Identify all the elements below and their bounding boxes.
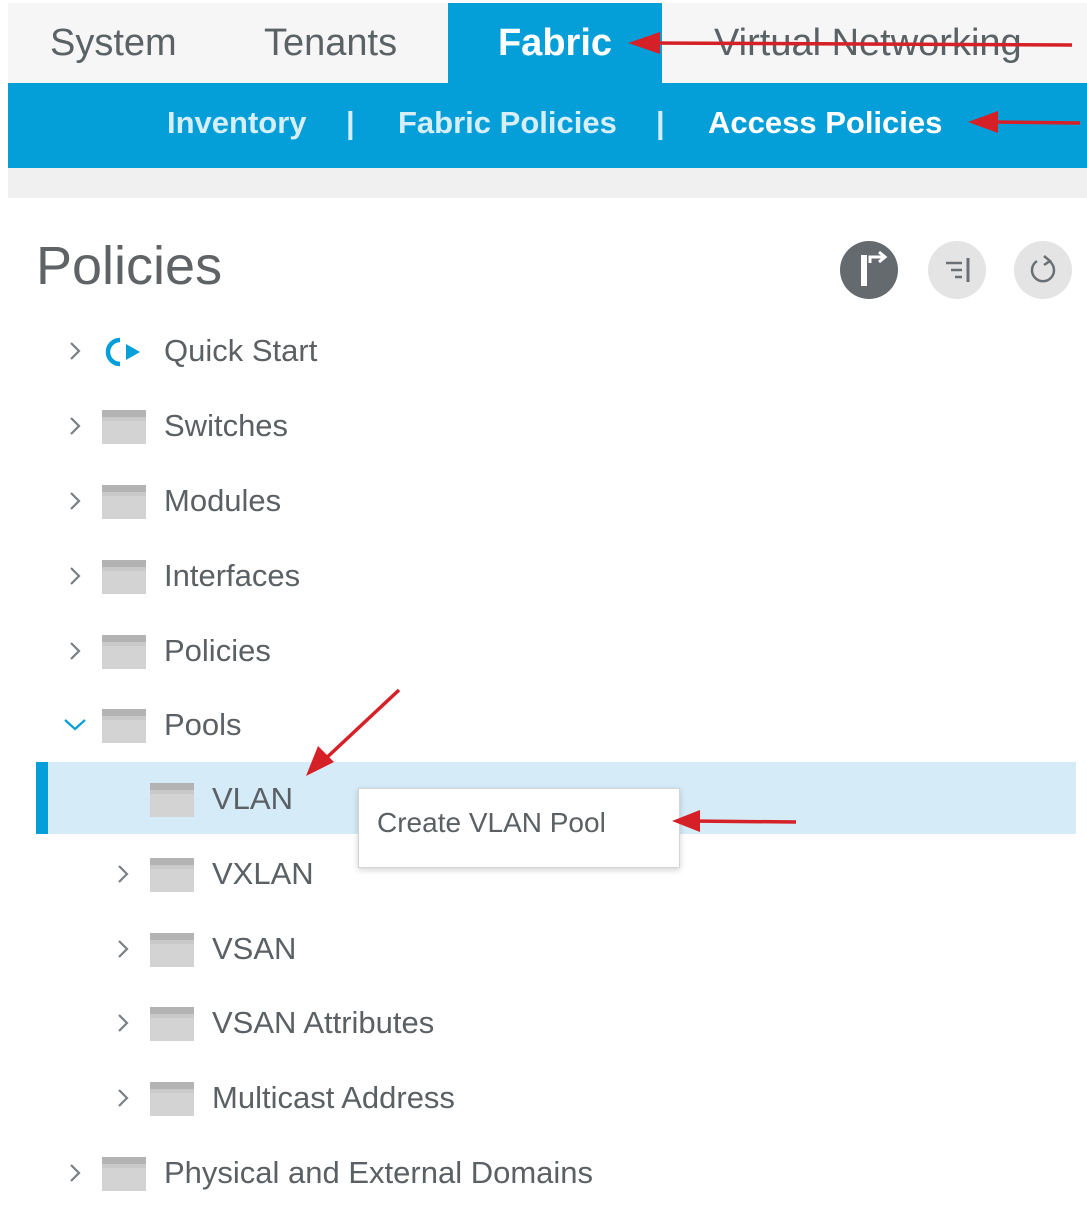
folder-icon — [102, 485, 146, 519]
tree-item-physical-external-domains[interactable]: Physical and External Domains — [0, 1136, 700, 1210]
folder-icon — [102, 410, 146, 444]
tab-fabric[interactable]: Fabric — [448, 3, 662, 83]
tree-label: VSAN Attributes — [212, 1005, 435, 1040]
folder-icon — [150, 858, 194, 892]
top-tab-bar: System Tenants Fabric Virtual Networking — [8, 3, 1087, 83]
selected-row-indicator — [36, 762, 48, 834]
chevron-right-icon[interactable] — [64, 561, 86, 591]
tree-item-policies[interactable]: Policies — [0, 614, 600, 688]
folder-icon — [102, 709, 146, 743]
tree-item-switches[interactable]: Switches — [0, 389, 600, 463]
folder-icon — [150, 783, 194, 817]
tree-label: Physical and External Domains — [164, 1155, 594, 1190]
tab-virtual-networking[interactable]: Virtual Networking — [714, 3, 1022, 83]
tree-label: Multicast Address — [212, 1080, 455, 1115]
tree-item-modules[interactable]: Modules — [0, 464, 600, 538]
collapse-all-button[interactable] — [928, 241, 986, 299]
chevron-right-icon[interactable] — [112, 859, 134, 889]
folder-icon — [102, 1157, 146, 1191]
chevron-right-icon[interactable] — [64, 636, 86, 666]
tree-label: Interfaces — [164, 558, 301, 593]
chevron-right-icon[interactable] — [112, 934, 134, 964]
tree-item-multicast-address[interactable]: Multicast Address — [48, 1061, 648, 1135]
chevron-right-icon[interactable] — [64, 1158, 86, 1188]
folder-icon — [102, 635, 146, 669]
panel-title: Policies — [36, 236, 223, 296]
refresh-button[interactable] — [1014, 241, 1072, 299]
menu-item-create-vlan-pool[interactable]: Create VLAN Pool — [377, 807, 606, 839]
subnav-access-policies[interactable]: Access Policies — [708, 83, 942, 163]
enter-icon — [840, 241, 898, 299]
chevron-right-icon[interactable] — [64, 411, 86, 441]
tree-label: Modules — [164, 483, 282, 518]
chevron-right-icon[interactable] — [112, 1083, 134, 1113]
toolbar-spacer — [8, 168, 1087, 198]
tree-label: VLAN — [212, 781, 293, 816]
tree-item-pools[interactable]: Pools — [0, 688, 600, 762]
context-menu: Create VLAN Pool — [358, 788, 680, 868]
tree-label: VSAN — [212, 931, 297, 966]
tree-label: Quick Start — [164, 333, 318, 368]
tree-item-interfaces[interactable]: Interfaces — [0, 539, 600, 613]
subnav-separator: | — [346, 105, 355, 140]
refresh-icon — [1014, 241, 1072, 299]
tab-system[interactable]: System — [50, 3, 177, 83]
enter-button[interactable] — [840, 241, 898, 299]
folder-icon — [102, 560, 146, 594]
tree-label: Pools — [164, 707, 242, 742]
subnav-inventory[interactable]: Inventory — [167, 83, 307, 163]
chevron-right-icon[interactable] — [112, 1008, 134, 1038]
collapse-icon — [928, 241, 986, 299]
tab-tenants[interactable]: Tenants — [264, 3, 397, 83]
chevron-right-icon[interactable] — [64, 486, 86, 516]
subnav-fabric-policies[interactable]: Fabric Policies — [398, 83, 617, 163]
tree-item-quick-start[interactable]: Quick Start — [0, 314, 600, 388]
tree-label: Switches — [164, 408, 289, 443]
tree-item-vsan-attributes[interactable]: VSAN Attributes — [48, 986, 648, 1060]
quick-start-icon — [105, 337, 140, 367]
chevron-right-icon[interactable] — [64, 336, 86, 366]
subnav-separator: | — [656, 105, 665, 140]
tree-label: VXLAN — [212, 856, 314, 891]
tree-label: Policies — [164, 633, 271, 668]
fabric-sub-nav: Inventory | Fabric Policies | Access Pol… — [8, 83, 1087, 168]
folder-icon — [150, 933, 194, 967]
chevron-down-icon[interactable] — [60, 714, 90, 736]
folder-icon — [150, 1007, 194, 1041]
folder-icon — [150, 1082, 194, 1116]
tree-item-vsan[interactable]: VSAN — [48, 912, 648, 986]
